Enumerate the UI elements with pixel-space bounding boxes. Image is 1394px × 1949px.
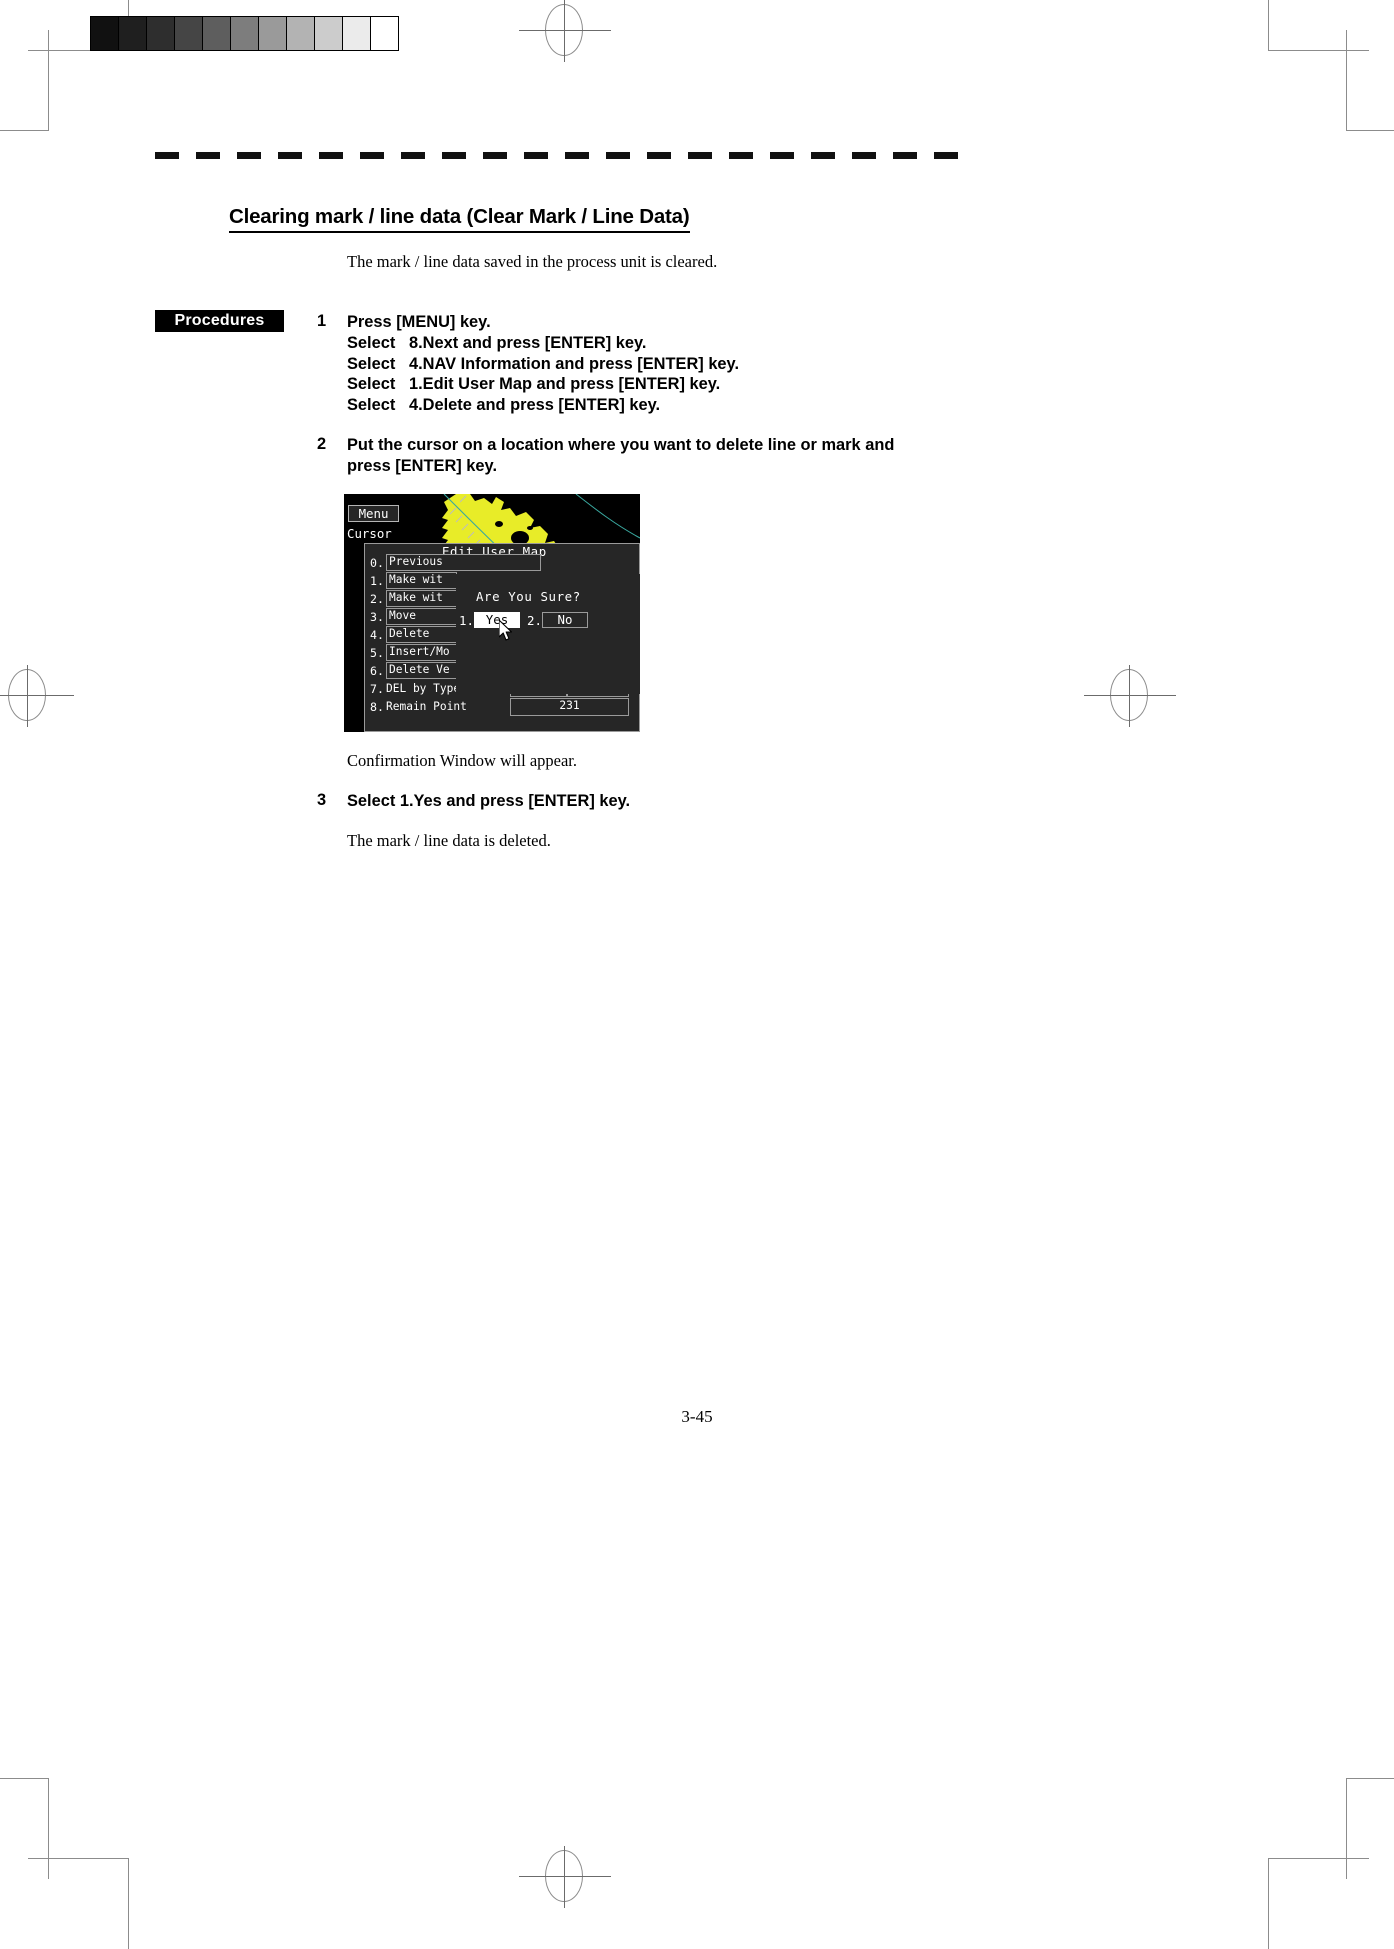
grayscale-swatch-5	[231, 17, 259, 50]
section-divider-dashed-rule	[155, 152, 973, 159]
menu-row-2-label[interactable]: Make wit	[386, 590, 457, 607]
step-2-body: Put the cursor on a location where you w…	[347, 435, 894, 477]
step-1-line-2-label: Select	[347, 333, 396, 352]
menu-row-4-index: 4.	[370, 628, 384, 642]
registration-hline	[1084, 695, 1176, 696]
step-1-line-5-text: 4.Delete and press [ENTER] key.	[409, 396, 661, 415]
menu-row-6-index: 6.	[370, 664, 384, 678]
registration-hline	[519, 1876, 611, 1877]
step-1-line-4-label: Select	[347, 375, 396, 394]
crop-mark-top-right-alt	[1346, 30, 1394, 131]
grayscale-swatch-4	[203, 17, 231, 50]
step-1-line-5-label: Select	[347, 396, 396, 415]
registration-mark-top	[519, 0, 611, 62]
crop-mark-top-left-alt	[0, 30, 49, 131]
menu-row-5-label[interactable]: Insert/Mo	[386, 644, 457, 661]
registration-vline	[564, 1846, 565, 1908]
menu-row-0-index: 0.	[370, 556, 384, 570]
registration-mark-left	[0, 665, 74, 727]
step-2-line-1: Put the cursor on a location where you w…	[347, 436, 895, 454]
grayscale-swatch-7	[287, 17, 315, 50]
step-1-line-4-text: 1.Edit User Map and press [ENTER] key.	[409, 375, 721, 394]
route-line-secondary	[575, 494, 640, 539]
registration-vline	[1129, 665, 1130, 727]
menu-row-7-index: 7.	[370, 682, 384, 696]
step-1-body: Press [MENU] key. Select 8.Next and press…	[347, 312, 739, 416]
crop-mark-bottom-left-alt	[0, 1778, 49, 1879]
menu-row-1-index: 1.	[370, 574, 384, 588]
grayscale-swatch-6	[259, 17, 287, 50]
menu-row-8-index: 8.	[370, 700, 384, 714]
menu-row-1-label[interactable]: Make wit	[386, 572, 457, 589]
grayscale-swatch-2	[147, 17, 175, 50]
step-2-line-2: press [ENTER] key.	[347, 456, 497, 475]
grayscale-swatch-3	[175, 17, 203, 50]
registration-hline	[0, 695, 74, 696]
step-1-line-5: Select 4.Delete and press [ENTER] key.	[347, 395, 739, 416]
step-2-number: 2	[317, 435, 327, 453]
grayscale-swatch-10	[371, 17, 398, 50]
step-1-line-3: Select 4.NAV Information and press [ENTER…	[347, 354, 739, 375]
mouse-pointer-icon	[499, 620, 513, 641]
grayscale-swatch-9	[343, 17, 371, 50]
confirmation-question: Are You Sure?	[476, 589, 581, 604]
menu-row-6-label[interactable]: Delete Ve	[386, 662, 457, 679]
page-number: 3-45	[681, 1407, 713, 1426]
procedures-badge: Procedures	[155, 310, 284, 332]
registration-vline	[27, 665, 28, 727]
step-1-line-1-text: Press [MENU] key.	[347, 313, 491, 331]
step-1-line-2-text: 8.Next and press [ENTER] key.	[409, 333, 647, 352]
grayscale-swatch-1	[119, 17, 147, 50]
registration-hline	[519, 30, 611, 31]
page-title: Clearing mark / line data (Clear Mark / …	[229, 205, 690, 233]
step-1-number: 1	[317, 312, 327, 330]
device-cursor-label: Cursor	[347, 526, 392, 541]
menu-row-3-label[interactable]: Move	[386, 608, 457, 625]
step-1-line-2: Select 8.Next and press [ENTER] key.	[347, 333, 739, 354]
registration-mark-bottom	[519, 1846, 611, 1908]
grayscale-swatch-0	[91, 17, 119, 50]
step-3-body: Select 1.Yes and press [ENTER] key.	[347, 792, 631, 810]
step-1-line-3-text: 4.NAV Information and press [ENTER] key.	[409, 354, 739, 373]
confirmation-no-button[interactable]: No	[542, 612, 588, 628]
step-1-line-1: Press [MENU] key.	[347, 312, 739, 333]
step-1-line-4: Select 1.Edit User Map and press [ENTER] …	[347, 374, 739, 395]
menu-row-3-index: 3.	[370, 610, 384, 624]
step-3-number: 3	[317, 791, 327, 809]
confirmation-yes-number: 1.	[459, 613, 474, 628]
menu-row-8-label: Remain Point	[386, 700, 467, 713]
step-1-line-3-label: Select	[347, 354, 396, 373]
menu-row-0-label[interactable]: Previous	[386, 554, 541, 571]
device-menu-button[interactable]: Menu	[348, 505, 399, 522]
menu-row-4-label[interactable]: Delete	[386, 626, 457, 643]
caption-data-deleted: The mark / line data is deleted.	[347, 831, 551, 850]
crop-mark-bottom-right-alt	[1346, 1778, 1394, 1879]
grayscale-calibration-strip	[90, 16, 399, 51]
grayscale-swatch-8	[315, 17, 343, 50]
device-screenshot: Menu Cursor Edit User Map 0. Previous 1.…	[344, 494, 640, 732]
menu-row-2-index: 2.	[370, 592, 384, 606]
menu-row-5-index: 5.	[370, 646, 384, 660]
registration-vline	[564, 0, 565, 62]
confirmation-no-number: 2.	[527, 613, 542, 628]
intro-paragraph: The mark / line data saved in the proces…	[347, 252, 718, 271]
registration-mark-right	[1084, 665, 1176, 727]
caption-confirmation-window: Confirmation Window will appear.	[347, 751, 577, 770]
menu-row-8-value: 231	[510, 698, 629, 716]
